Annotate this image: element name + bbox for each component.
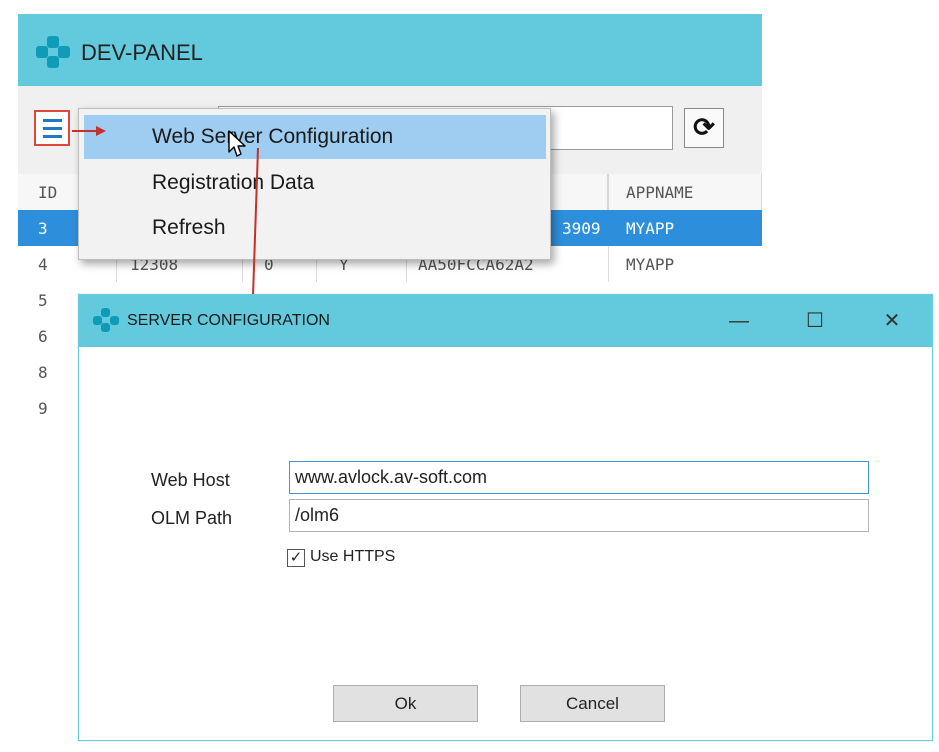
close-icon: ✕	[883, 310, 901, 332]
window-title: DEV-PANEL	[81, 40, 203, 65]
olm-path-label: OLM Path	[151, 508, 233, 528]
maximize-button[interactable]: ☐	[785, 295, 845, 347]
app-logo-icon	[93, 308, 119, 332]
server-configuration-dialog: SERVER CONFIGURATION — ☐ ✕ Web Host OLM …	[78, 294, 933, 741]
menu-item-web-server-configuration[interactable]: Web Server Configuration	[84, 115, 546, 159]
context-menu: Web Server Configuration Registration Da…	[78, 108, 551, 260]
cell-key: 3909	[562, 219, 601, 238]
cell-appname: MYAPP	[626, 219, 675, 238]
minimize-icon: —	[729, 310, 749, 332]
cancel-button[interactable]: Cancel	[520, 685, 665, 722]
cell-id: 4	[38, 255, 48, 274]
cell-appname: MYAPP	[626, 255, 675, 274]
dialog-title: SERVER CONFIGURATION	[127, 312, 330, 329]
menu-item-refresh[interactable]: Refresh	[84, 206, 546, 250]
menu-item-registration-data[interactable]: Registration Data	[84, 161, 546, 205]
use-https-label[interactable]: Use HTTPS	[310, 548, 395, 566]
hamburger-menu-button[interactable]	[34, 110, 70, 146]
dialog-titlebar[interactable]: SERVER CONFIGURATION — ☐ ✕	[79, 295, 932, 347]
cell-id: 6	[38, 327, 48, 346]
use-https-checkbox[interactable]: ✓	[287, 549, 305, 567]
web-host-input[interactable]	[289, 461, 869, 494]
refresh-button[interactable]: ⟳	[684, 108, 724, 148]
olm-path-input[interactable]	[289, 499, 869, 532]
web-host-label: Web Host	[151, 470, 230, 490]
ok-button[interactable]: Ok	[333, 685, 478, 722]
cell-id: 8	[38, 363, 48, 382]
minimize-button[interactable]: —	[709, 295, 769, 347]
main-titlebar: DEV-PANEL	[18, 14, 762, 86]
maximize-icon: ☐	[806, 310, 824, 332]
column-header-appname[interactable]: APPNAME	[626, 183, 693, 202]
refresh-arrows-icon: ⟳	[693, 112, 715, 142]
cell-id: 5	[38, 291, 48, 310]
close-button[interactable]: ✕	[862, 295, 922, 347]
cell-id: 9	[38, 399, 48, 418]
mouse-pointer-icon	[228, 130, 246, 157]
column-header-id[interactable]: ID	[38, 183, 57, 202]
app-logo-icon	[36, 36, 70, 68]
cell-id: 3	[38, 219, 48, 238]
